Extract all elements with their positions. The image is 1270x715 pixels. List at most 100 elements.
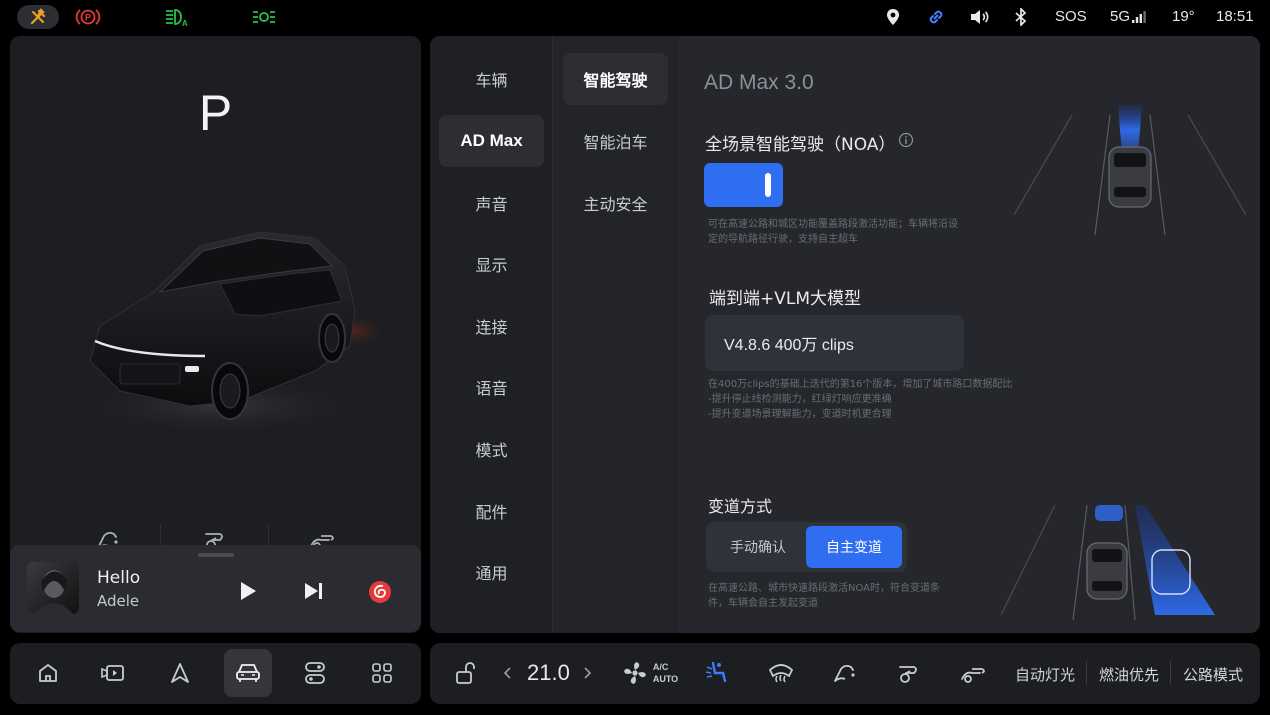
- song-title: Hello: [97, 568, 141, 588]
- netease-music-icon: [369, 581, 391, 603]
- vehicle-panel: P: [10, 36, 421, 633]
- home-button[interactable]: [28, 652, 68, 694]
- mirror-fold-icon: [834, 664, 855, 682]
- next-track-button[interactable]: [300, 577, 328, 605]
- door-lock-button[interactable]: [448, 655, 482, 691]
- front-defrost-icon: [768, 664, 794, 683]
- parking-brake-icon: P: [74, 5, 102, 29]
- mirror-right-quick-button[interactable]: [956, 655, 990, 691]
- seat-airflow-button[interactable]: [700, 655, 734, 691]
- position-light-icon: [250, 5, 278, 29]
- model-description-line2: -提升停止线检测能力，红绿灯响应更准确: [708, 394, 892, 405]
- defrost-button[interactable]: [764, 655, 798, 691]
- nav-item-display[interactable]: 显示: [439, 238, 544, 290]
- lane-change-label: 变道方式: [708, 497, 773, 516]
- lane-change-selector: 手动确认 自主变道: [706, 522, 907, 572]
- status-bar: P A SOS 5G 19° 18:51: [0, 0, 1270, 34]
- apps-button[interactable]: [362, 652, 402, 694]
- noa-description-line2: 定的导航路径行驶，支持自主超车: [708, 234, 858, 245]
- next-track-icon: [305, 583, 322, 599]
- temp-decrease-button[interactable]: [499, 662, 517, 684]
- auto-high-beam-icon: A: [163, 5, 189, 29]
- vehicle-button[interactable]: [224, 649, 272, 697]
- temp-increase-button[interactable]: [578, 662, 596, 684]
- nav-item-general[interactable]: 通用: [439, 546, 544, 598]
- mirror-left-quick-button[interactable]: [891, 655, 925, 691]
- link-icon: [926, 5, 946, 29]
- network-type: 5G: [1110, 8, 1131, 25]
- lane-change-description-line1: 在高速公路、城市快速路段激活NOA时，符合变道条: [708, 583, 941, 594]
- noa-illustration: [1010, 95, 1250, 245]
- noa-label: 全场景智能驾驶（NOA）: [705, 135, 896, 155]
- media-drag-handle[interactable]: [198, 553, 234, 557]
- home-icon: [39, 664, 57, 682]
- nav-item-voice[interactable]: 语音: [439, 361, 544, 413]
- quick-action-divider: [1086, 661, 1087, 685]
- sos-label[interactable]: SOS: [1055, 8, 1087, 25]
- navigation-icon: [171, 663, 189, 683]
- artist-name: Adele: [97, 592, 140, 610]
- seat-airflow-icon: [705, 661, 727, 683]
- noa-toggle[interactable]: [704, 163, 783, 207]
- lane-change-illustration: [995, 495, 1255, 625]
- nav-item-vehicle[interactable]: 车辆: [439, 53, 544, 105]
- auto-label: AUTO: [652, 674, 679, 684]
- clock: 18:51: [1216, 8, 1254, 25]
- fuel-priority-button[interactable]: 燃油优先: [1099, 664, 1159, 685]
- outside-temperature: 19°: [1172, 8, 1195, 25]
- mirror-left-icon: [899, 666, 917, 683]
- ac-label: A/C: [652, 662, 669, 672]
- bluetooth-icon: [1013, 5, 1029, 29]
- svg-text:A: A: [182, 19, 188, 27]
- nav-item-mode[interactable]: 模式: [439, 423, 544, 475]
- chevron-left-icon: [503, 667, 511, 679]
- model-description-line3: -提升变道场景理解能力，变道时机更合理: [708, 409, 892, 420]
- subnav-item-smart-driving[interactable]: 智能驾驶: [563, 53, 668, 105]
- mirror-right-icon: [961, 668, 985, 683]
- app-dock: [10, 643, 421, 704]
- play-button[interactable]: [234, 577, 262, 605]
- model-description-line1: 在400万clips的基础上迭代的第16个版本，增加了城市路口数据配比: [708, 379, 1013, 390]
- vehicle-3d-model[interactable]: [60, 196, 390, 450]
- music-app-button[interactable]: [367, 579, 393, 605]
- lane-change-option-manual[interactable]: 手动确认: [710, 526, 806, 568]
- nav-item-connection[interactable]: 连接: [439, 300, 544, 352]
- controls-button[interactable]: [295, 652, 335, 694]
- nav-item-ad-max[interactable]: AD Max: [439, 115, 544, 167]
- quick-action-divider: [1170, 661, 1171, 685]
- lane-change-option-auto[interactable]: 自主变道: [806, 526, 902, 568]
- page-title: AD Max 3.0: [704, 71, 814, 94]
- play-icon: [241, 582, 256, 600]
- model-label: 端到端+VLM大模型: [709, 289, 862, 309]
- ac-auto-text: A/C AUTO: [653, 661, 678, 685]
- toggle-knob: [765, 173, 771, 197]
- nav-item-sound[interactable]: 声音: [439, 177, 544, 229]
- info-icon[interactable]: [898, 132, 914, 148]
- noa-description-line1: 可在高速公路和城区功能覆盖路段激活功能；车辆将沿设: [708, 219, 958, 230]
- volume-icon: [969, 5, 991, 29]
- location-icon: [884, 5, 902, 29]
- vehicle-icon: [236, 664, 260, 682]
- wrench-icon[interactable]: [17, 5, 59, 29]
- svg-text:P: P: [85, 13, 91, 23]
- highway-mode-button[interactable]: 公路模式: [1183, 664, 1243, 685]
- navigation-button[interactable]: [160, 652, 200, 694]
- mirror-fold-quick-button[interactable]: [828, 655, 862, 691]
- signal-strength-icon: [1132, 10, 1146, 23]
- unlock-icon: [456, 662, 475, 684]
- auto-lights-button[interactable]: 自动灯光: [1015, 664, 1075, 685]
- media-player-card[interactable]: Hello Adele: [10, 545, 421, 632]
- subnav-item-smart-parking[interactable]: 智能泊车: [563, 115, 668, 167]
- gear-indicator: P: [198, 85, 233, 141]
- network-label: 5G: [1110, 8, 1146, 25]
- apps-grid-icon: [372, 663, 392, 683]
- ac-auto-button[interactable]: A/C AUTO: [618, 655, 680, 691]
- media-icon: [101, 665, 124, 681]
- fan-icon: [624, 662, 646, 684]
- media-button[interactable]: [93, 652, 133, 694]
- nav-item-accessories[interactable]: 配件: [439, 485, 544, 537]
- subnav-item-active-safety[interactable]: 主动安全: [563, 177, 668, 229]
- chevron-right-icon: [584, 667, 592, 679]
- album-art[interactable]: [27, 562, 79, 614]
- model-version-box: V4.8.6 400万 clips: [705, 315, 964, 371]
